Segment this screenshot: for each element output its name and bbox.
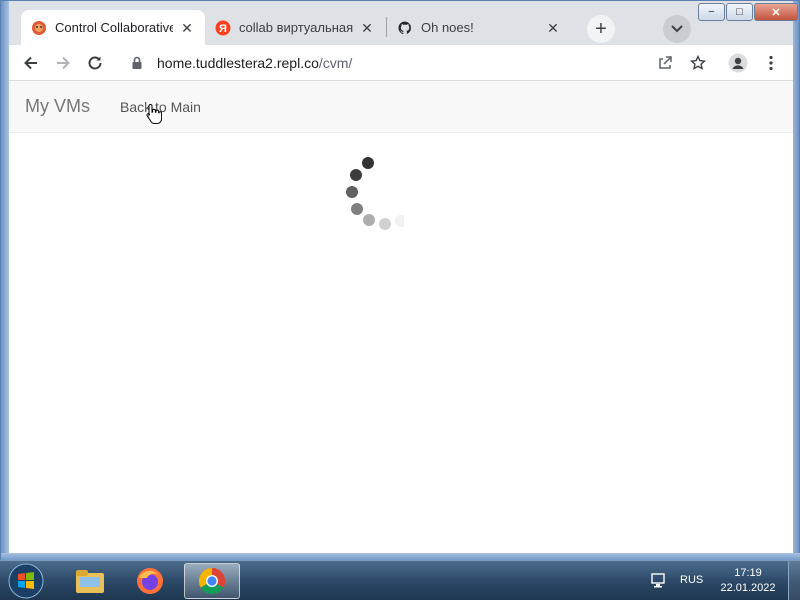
maximize-button[interactable]: □ <box>726 3 753 21</box>
back-button[interactable] <box>19 51 43 75</box>
clock-time: 17:19 <box>734 567 762 579</box>
clock-date: 22.01.2022 <box>720 582 776 594</box>
url-host: home.tuddlestera2.repl.co <box>157 55 319 71</box>
spinner-dot <box>351 203 363 215</box>
navbar: My VMs Back to Main <box>9 81 793 133</box>
window-controls: − □ ✕ <box>697 3 798 23</box>
profile-button[interactable] <box>726 51 750 75</box>
forward-arrow-icon <box>57 56 70 70</box>
tab-strip: Control Collaborative ✕ Я collab виртуал… <box>9 1 798 45</box>
spinner-dot <box>350 169 362 181</box>
brand-link[interactable]: My VMs <box>25 96 90 117</box>
loading-spinner <box>334 153 407 233</box>
address-bar[interactable]: home.tuddlestera2.repl.co/cvm/ <box>121 49 731 77</box>
reload-icon <box>88 56 102 70</box>
window-frame-left <box>1 1 9 561</box>
language-indicator[interactable]: RUS <box>680 574 703 586</box>
windows-start-icon <box>8 563 44 599</box>
browser-toolbar: home.tuddlestera2.repl.co/cvm/ <box>9 45 793 81</box>
page-content: My VMs Back to Main <box>9 81 793 553</box>
forward-button[interactable] <box>51 51 75 75</box>
close-tab-icon[interactable]: ✕ <box>359 20 375 36</box>
tab-title: Control Collaborative <box>55 20 173 35</box>
spinner-dot <box>363 214 375 226</box>
tab-search-button[interactable] <box>663 15 691 43</box>
tab-title: Oh noes! <box>421 20 474 35</box>
new-tab-button[interactable]: + <box>587 15 615 43</box>
tab-collab-search[interactable]: Я collab виртуальная ма ✕ <box>205 10 385 45</box>
url-path: /cvm/ <box>318 55 353 71</box>
yandex-icon: Я <box>215 20 231 36</box>
start-button[interactable] <box>6 563 46 599</box>
windows-explorer-icon <box>76 570 104 593</box>
spinner-dot <box>346 186 358 198</box>
lock-icon <box>129 55 145 71</box>
spinner-dot <box>379 218 391 230</box>
taskbar-firefox[interactable] <box>122 563 178 599</box>
tab-control-collaborative[interactable]: Control Collaborative ✕ <box>21 10 205 45</box>
close-window-button[interactable]: ✕ <box>754 3 798 21</box>
taskbar-explorer[interactable] <box>62 563 118 599</box>
browser-window: Control Collaborative ✕ Я collab виртуал… <box>0 0 800 561</box>
close-tab-icon[interactable]: ✕ <box>545 20 561 36</box>
plus-icon: + <box>595 17 607 40</box>
back-arrow-icon <box>24 56 37 70</box>
url-text: home.tuddlestera2.repl.co/cvm/ <box>157 55 352 71</box>
taskbar-chrome[interactable] <box>184 563 240 599</box>
tab-title: collab виртуальная ма <box>239 20 353 35</box>
star-icon <box>690 55 706 70</box>
chrome-icon <box>198 567 226 595</box>
more-vertical-icon <box>769 55 773 71</box>
spinner-dot <box>395 215 407 227</box>
network-icon[interactable] <box>650 572 668 588</box>
minimize-button[interactable]: − <box>698 3 725 21</box>
reload-button[interactable] <box>83 51 107 75</box>
share-button[interactable] <box>653 51 677 75</box>
chevron-down-icon <box>671 20 683 38</box>
firefox-icon <box>137 568 163 594</box>
show-desktop-button[interactable] <box>788 561 800 600</box>
github-icon <box>397 20 413 36</box>
avatar-icon <box>728 53 748 73</box>
bookmark-button[interactable] <box>686 51 710 75</box>
taskbar: RUS 17:19 22.01.2022 <box>0 560 800 600</box>
close-tab-icon[interactable]: ✕ <box>179 20 195 36</box>
clock[interactable]: 17:19 22.01.2022 <box>718 566 778 596</box>
hand-cursor-icon <box>146 103 163 130</box>
spinner-dot <box>362 157 374 169</box>
replit-icon <box>31 20 47 36</box>
share-icon <box>659 56 672 69</box>
tab-oh-noes[interactable]: Oh noes! ✕ <box>387 10 571 45</box>
svg-text:Я: Я <box>219 23 227 35</box>
menu-button[interactable] <box>759 51 783 75</box>
